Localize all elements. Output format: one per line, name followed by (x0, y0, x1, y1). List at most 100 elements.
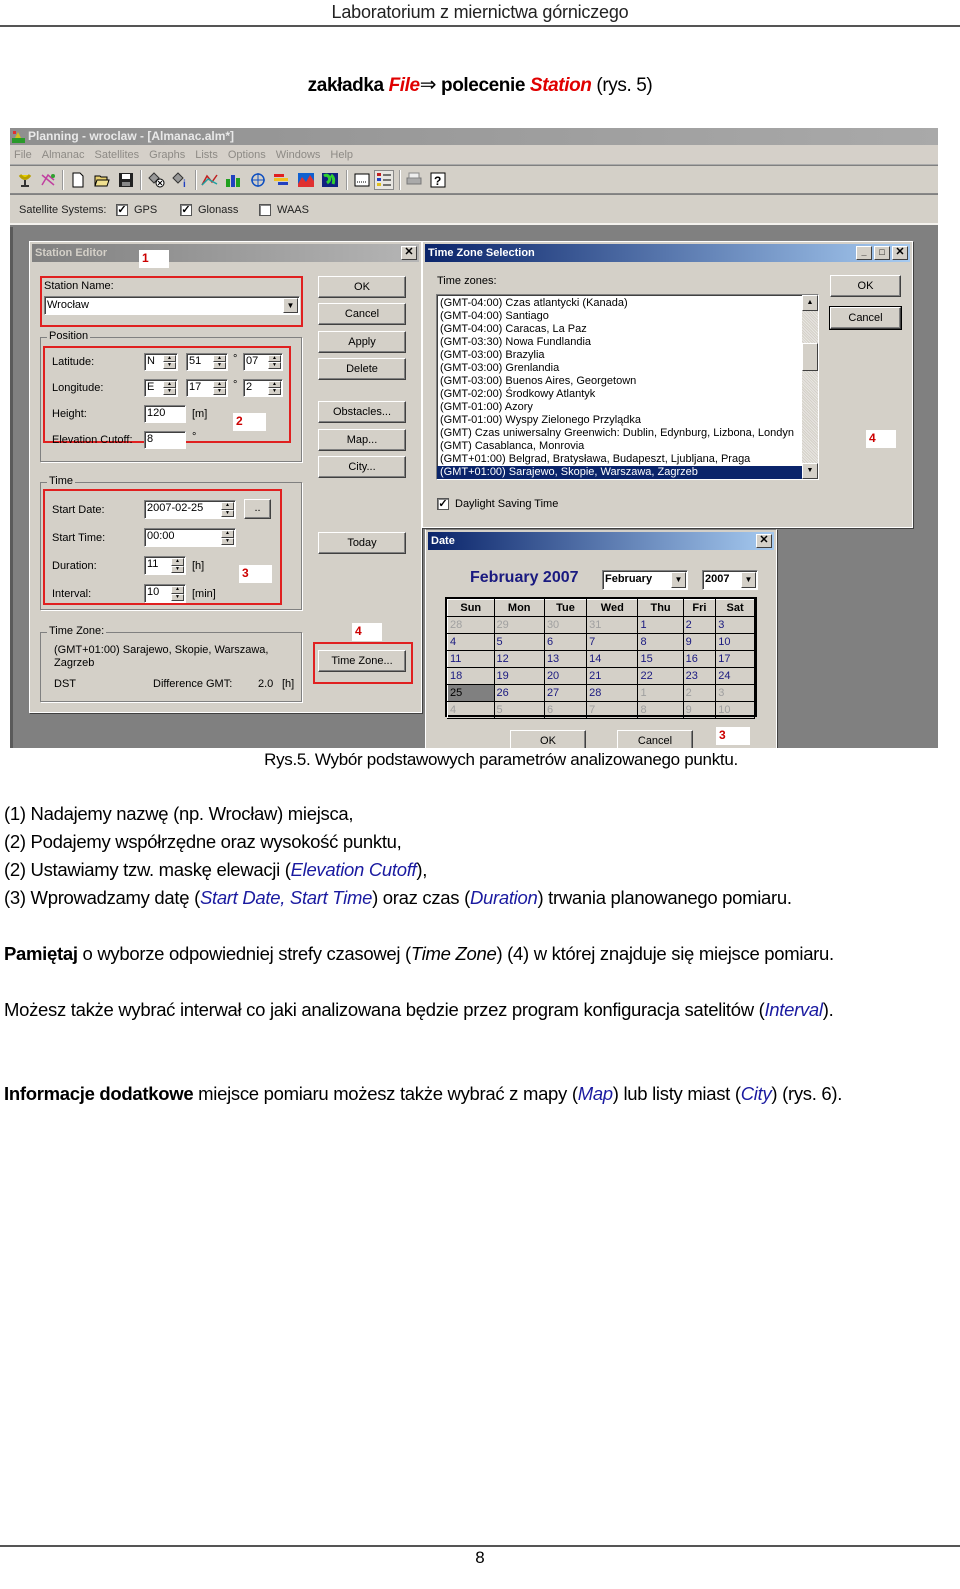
latitude-minutes-spinner[interactable]: 07 ▲ ▼ (243, 353, 283, 371)
city-button[interactable]: City... (318, 456, 406, 478)
longitude-hemisphere-spinner[interactable]: E ▲ ▼ (144, 379, 178, 397)
start-time-spinner[interactable]: 00:00 ▲ ▼ (144, 528, 236, 547)
scroll-up-icon[interactable]: ▲ (802, 295, 818, 311)
dst-checkbox[interactable]: ✓ (437, 498, 449, 510)
glonass-checkbox[interactable]: ✓ (180, 204, 192, 216)
time-zone-option[interactable]: (GMT) Casablanca, Monrovia (437, 440, 818, 453)
calendar-day[interactable]: 12 (493, 650, 545, 668)
satellite-path-icon[interactable] (38, 170, 58, 190)
station-icon[interactable] (15, 170, 35, 190)
calendar-day[interactable]: 11 (447, 650, 495, 668)
scroll-thumb[interactable] (802, 343, 818, 371)
calendar-day[interactable]: 22 (637, 667, 684, 685)
window-icon[interactable] (352, 170, 372, 190)
calendar-day[interactable]: 28 (447, 616, 495, 634)
calendar-day[interactable]: 9 (682, 633, 717, 651)
calendar-day[interactable]: 2 (682, 684, 717, 702)
calendar-day[interactable]: 2 (682, 616, 717, 634)
date-picker-button[interactable]: .. (244, 499, 271, 519)
calendar-day[interactable]: 18 (447, 667, 495, 685)
calendar-day[interactable]: 7 (586, 633, 639, 651)
menu-graphs[interactable]: Graphs (149, 149, 185, 161)
menu-lists[interactable]: Lists (195, 149, 218, 161)
calendar-day[interactable]: 1 (637, 684, 684, 702)
satellite-delete-icon[interactable] (146, 170, 166, 190)
calendar-day[interactable]: 9 (682, 701, 717, 719)
elevation-graph-icon[interactable] (200, 170, 220, 190)
calendar-day[interactable]: 7 (586, 701, 639, 719)
latitude-hemisphere-spinner[interactable]: N ▲ ▼ (144, 353, 178, 371)
close-icon[interactable]: ✕ (892, 246, 908, 260)
calendar-day[interactable]: 4 (447, 701, 495, 719)
longitude-degrees-spinner[interactable]: 17 ▲ ▼ (186, 379, 228, 397)
save-icon[interactable] (116, 170, 136, 190)
calendar-day[interactable]: 31 (586, 616, 639, 634)
time-zone-option[interactable]: (GMT) Czas uniwersalny Greenwich: Dublin… (437, 427, 818, 440)
menu-almanac[interactable]: Almanac (42, 149, 85, 161)
cancel-button[interactable]: Cancel (318, 303, 406, 325)
list-icon[interactable] (374, 170, 394, 190)
ok-button[interactable]: OK (318, 276, 406, 298)
time-zone-option[interactable]: (GMT-03:00) Brazylia (437, 349, 818, 362)
year-select[interactable]: 2007 ▼ (702, 570, 758, 590)
time-zone-option[interactable]: (GMT-03:00) Buenos Aires, Georgetown (437, 375, 818, 388)
calendar-day[interactable]: 15 (637, 650, 684, 668)
chevron-down-icon[interactable]: ▼ (283, 298, 298, 313)
time-zone-option[interactable]: (GMT-02:00) Środkowy Atlantyk (437, 388, 818, 401)
menu-windows[interactable]: Windows (276, 149, 321, 161)
duration-spinner[interactable]: 11 ▲ ▼ (144, 556, 186, 575)
scrollbar[interactable]: ▲ ▼ (802, 295, 818, 479)
waas-checkbox[interactable] (259, 204, 271, 216)
height-field[interactable]: 120 (144, 405, 186, 423)
menu-help[interactable]: Help (330, 149, 353, 161)
calendar-day[interactable]: 25 (447, 684, 495, 702)
scroll-down-icon[interactable]: ▼ (802, 463, 818, 479)
calendar-day[interactable]: 28 (586, 684, 639, 702)
close-icon[interactable]: ✕ (401, 246, 417, 260)
time-zone-button[interactable]: Time Zone... (318, 650, 406, 672)
month-select[interactable]: February ▼ (602, 570, 688, 590)
calendar-day[interactable]: 5 (493, 701, 545, 719)
calendar-day[interactable]: 23 (682, 667, 717, 685)
chevron-down-icon[interactable]: ▼ (671, 572, 686, 588)
menu-file[interactable]: File (14, 149, 32, 161)
time-zone-option[interactable]: (GMT+01:00) Sarajewo, Skopie, Warszawa, … (437, 466, 818, 479)
cancel-button[interactable]: Cancel (829, 306, 902, 330)
calendar-day[interactable]: 1 (637, 616, 684, 634)
print-icon[interactable] (404, 170, 424, 190)
number-of-satellites-icon[interactable] (224, 170, 244, 190)
calendar-day[interactable]: 3 (715, 684, 755, 702)
calendar-day[interactable]: 6 (543, 633, 588, 651)
chevron-down-icon[interactable]: ▼ (741, 572, 756, 588)
interval-spinner[interactable]: 10 ▲ ▼ (144, 584, 186, 603)
calendar-day[interactable]: 27 (543, 684, 588, 702)
calendar-day[interactable]: 24 (715, 667, 755, 685)
latitude-degrees-spinner[interactable]: 51 ▲ ▼ (186, 353, 228, 371)
menu-satellites[interactable]: Satellites (95, 149, 140, 161)
time-zone-option[interactable]: (GMT-04:00) Caracas, La Paz (437, 323, 818, 336)
calendar-day[interactable]: 10 (715, 633, 755, 651)
open-folder-icon[interactable] (92, 170, 112, 190)
time-zones-list[interactable]: (GMT-04:00) Czas atlantycki (Kanada) (GMT… (436, 294, 819, 480)
calendar-day[interactable]: 13 (543, 650, 588, 668)
calendar-day[interactable]: 8 (637, 633, 684, 651)
calendar-day[interactable]: 17 (715, 650, 755, 668)
calendar-day[interactable]: 30 (543, 616, 588, 634)
ok-button[interactable]: OK (830, 275, 901, 297)
calendar-day[interactable]: 14 (586, 650, 639, 668)
visibility-icon[interactable] (272, 170, 292, 190)
calendar-day[interactable]: 5 (493, 633, 545, 651)
maximize-icon[interactable]: □ (874, 246, 890, 260)
calendar-day[interactable]: 10 (715, 701, 755, 719)
close-icon[interactable]: ✕ (756, 534, 772, 548)
time-zone-option[interactable]: (GMT-03:00) Grenlandia (437, 362, 818, 375)
satellite-info-icon[interactable]: i (170, 170, 190, 190)
sky-plot-icon[interactable] (248, 170, 268, 190)
calendar-day[interactable]: 8 (637, 701, 684, 719)
elevation-cutoff-field[interactable]: 8 (144, 431, 186, 449)
calendar-day[interactable]: 21 (586, 667, 639, 685)
world-view-icon[interactable] (320, 170, 340, 190)
time-zone-option[interactable]: (GMT-01:00) Azory (437, 401, 818, 414)
time-zone-option[interactable]: (GMT+01:00) Belgrad, Bratysława, Budapes… (437, 453, 818, 466)
time-zone-option[interactable]: (GMT-03:30) Nowa Fundlandia (437, 336, 818, 349)
